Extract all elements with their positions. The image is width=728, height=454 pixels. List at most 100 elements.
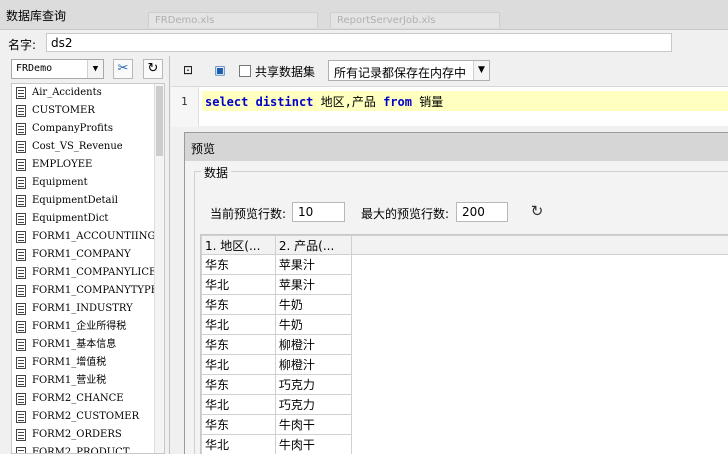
sql-line[interactable]: select distinct 地区,产品 from 销量 xyxy=(202,91,728,111)
name-input[interactable] xyxy=(46,33,672,52)
preview-titlebar[interactable]: 预览 xyxy=(185,133,728,161)
table-row[interactable]: 华东 巧克力 xyxy=(201,374,728,395)
table-icon xyxy=(16,87,26,99)
chevron-down-icon[interactable]: ▼ xyxy=(473,61,489,80)
cell-region[interactable]: 华东 xyxy=(201,254,276,275)
tools-icon[interactable]: ✂ xyxy=(113,59,133,79)
table-name: Cost_VS_Revenue xyxy=(32,141,123,152)
cell-region[interactable]: 华北 xyxy=(201,314,276,335)
table-list-item[interactable]: FORM1_营业税 xyxy=(12,372,155,390)
cell-product[interactable]: 苹果汁 xyxy=(274,274,352,295)
cell-region[interactable]: 华东 xyxy=(201,374,276,395)
cache-mode-select[interactable]: 所有记录都保存在内存中 ▼ xyxy=(328,60,490,81)
table-row[interactable]: 华东 柳橙汁 xyxy=(201,334,728,355)
table-list-item[interactable]: FORM1_COMPANYTYPE xyxy=(12,282,155,300)
table-row[interactable]: 华北 牛奶 xyxy=(201,314,728,335)
table-list-item[interactable]: FORM2_CHANCE xyxy=(12,390,155,408)
max-rows-label: 最大的预览行数: xyxy=(361,207,450,221)
cache-mode-value: 所有记录都保存在内存中 xyxy=(334,66,467,80)
table-list-item[interactable]: FORM2_CUSTOMER xyxy=(12,408,155,426)
table-list-item[interactable]: Equipment xyxy=(12,174,155,192)
table-list-item[interactable]: FORM1_企业所得税 xyxy=(12,318,155,336)
table-row[interactable]: 华东 牛奶 xyxy=(201,294,728,315)
row-filler xyxy=(351,274,728,295)
table-list-item[interactable]: Air_Accidents xyxy=(12,84,155,102)
table-list-item[interactable]: CUSTOMER xyxy=(12,102,155,120)
cell-product[interactable]: 牛肉干 xyxy=(274,414,352,435)
column-header-region[interactable]: 1. 地区(... xyxy=(201,235,276,255)
table-icon xyxy=(16,429,26,441)
row-filler xyxy=(351,314,728,335)
cell-region[interactable]: 华东 xyxy=(201,334,276,355)
table-list-item[interactable]: FORM1_COMPANY xyxy=(12,246,155,264)
table-list-item[interactable]: EquipmentDetail xyxy=(12,192,155,210)
cell-region[interactable]: 华北 xyxy=(201,434,276,454)
max-rows-input[interactable]: 200 xyxy=(456,202,508,222)
refresh-icon[interactable]: ↻ xyxy=(143,59,163,79)
scrollbar-thumb[interactable] xyxy=(156,86,163,156)
background-tab-1: FRDemo.xls xyxy=(148,12,318,28)
cell-product[interactable]: 苹果汁 xyxy=(274,254,352,275)
cell-region[interactable]: 华北 xyxy=(201,394,276,415)
table-row[interactable]: 华北 牛肉干 xyxy=(201,434,728,454)
table-list-item[interactable]: FORM2_PRODUCT xyxy=(12,444,155,453)
table-row[interactable]: 华东 苹果汁 xyxy=(201,254,728,275)
table-icon xyxy=(16,231,26,243)
table-row[interactable]: 华北 柳橙汁 xyxy=(201,354,728,375)
column-header-product[interactable]: 2. 产品(... xyxy=(274,235,352,255)
table-icon xyxy=(16,285,26,297)
table-name: FORM1_基本信息 xyxy=(32,339,117,350)
table-name: FORM1_INDUSTRY xyxy=(32,303,133,314)
sql-editor[interactable]: 1 select distinct 地区,产品 from 销量 xyxy=(171,86,728,127)
cell-product[interactable]: 牛奶 xyxy=(274,314,352,335)
cell-product[interactable]: 柳橙汁 xyxy=(274,354,352,375)
sql-columns: 地区,产品 xyxy=(313,95,384,109)
cell-product[interactable]: 牛奶 xyxy=(274,294,352,315)
table-icon xyxy=(16,339,26,351)
refresh-icon[interactable]: ↻ xyxy=(527,201,547,221)
datasource-pane: FRDemo ▼ ✂ ↻ Air_Accidents CUSTOMER Compan… xyxy=(0,56,170,454)
table-list-item[interactable]: FORM2_ORDERS xyxy=(12,426,155,444)
chevron-down-icon[interactable]: ▼ xyxy=(87,60,103,78)
sql-keyword-distinct: distinct xyxy=(255,95,314,109)
table-name: CUSTOMER xyxy=(32,105,95,116)
share-dataset-checkbox[interactable] xyxy=(239,65,251,77)
cell-region[interactable]: 华北 xyxy=(201,354,276,375)
header-filler xyxy=(350,235,728,255)
preview-icon[interactable]: ⊡ xyxy=(179,61,197,79)
cell-product[interactable]: 牛肉干 xyxy=(274,434,352,454)
table-icon xyxy=(16,213,26,225)
row-filler xyxy=(351,374,728,395)
table-name: FORM2_CUSTOMER xyxy=(32,411,140,422)
current-rows-input[interactable]: 10 xyxy=(292,202,345,222)
table-list-item[interactable]: EquipmentDict xyxy=(12,210,155,228)
cell-region[interactable]: 华东 xyxy=(201,294,276,315)
table-list-item[interactable]: FORM1_基本信息 xyxy=(12,336,155,354)
table-list-item[interactable]: EMPLOYEE xyxy=(12,156,155,174)
table-list-scrollbar[interactable] xyxy=(154,84,164,453)
parameter-icon[interactable]: ▣ xyxy=(211,61,229,79)
table-row[interactable]: 华东 牛肉干 xyxy=(201,414,728,435)
table-icon xyxy=(16,195,26,207)
table-row[interactable]: 华北 苹果汁 xyxy=(201,274,728,295)
cell-product[interactable]: 巧克力 xyxy=(274,374,352,395)
datasource-select[interactable]: FRDemo ▼ xyxy=(11,59,104,79)
table-list-item[interactable]: CompanyProfits xyxy=(12,120,155,138)
cell-region[interactable]: 华北 xyxy=(201,274,276,295)
table-row[interactable]: 华北 巧克力 xyxy=(201,394,728,415)
table-list-item[interactable]: FORM1_ACCOUNTIINGSYSTEM xyxy=(12,228,155,246)
table-list: Air_Accidents CUSTOMER CompanyProfits Cost_… xyxy=(11,83,165,454)
cell-region[interactable]: 华东 xyxy=(201,414,276,435)
preview-dialog: 预览 数据 当前预览行数: 10 最大的预览行数: 200 ↻ 1. 地区(..… xyxy=(184,132,728,454)
table-list-item[interactable]: FORM1_增值税 xyxy=(12,354,155,372)
table-name: FORM1_营业税 xyxy=(32,375,107,386)
table-list-item[interactable]: FORM1_INDUSTRY xyxy=(12,300,155,318)
table-icon xyxy=(16,303,26,315)
data-group-title: 数据 xyxy=(201,164,232,181)
table-name: EMPLOYEE xyxy=(32,159,93,170)
table-list-item[interactable]: FORM1_COMPANYLICENSE xyxy=(12,264,155,282)
table-name: FORM2_ORDERS xyxy=(32,429,122,440)
table-list-item[interactable]: Cost_VS_Revenue xyxy=(12,138,155,156)
cell-product[interactable]: 柳橙汁 xyxy=(274,334,352,355)
cell-product[interactable]: 巧克力 xyxy=(274,394,352,415)
